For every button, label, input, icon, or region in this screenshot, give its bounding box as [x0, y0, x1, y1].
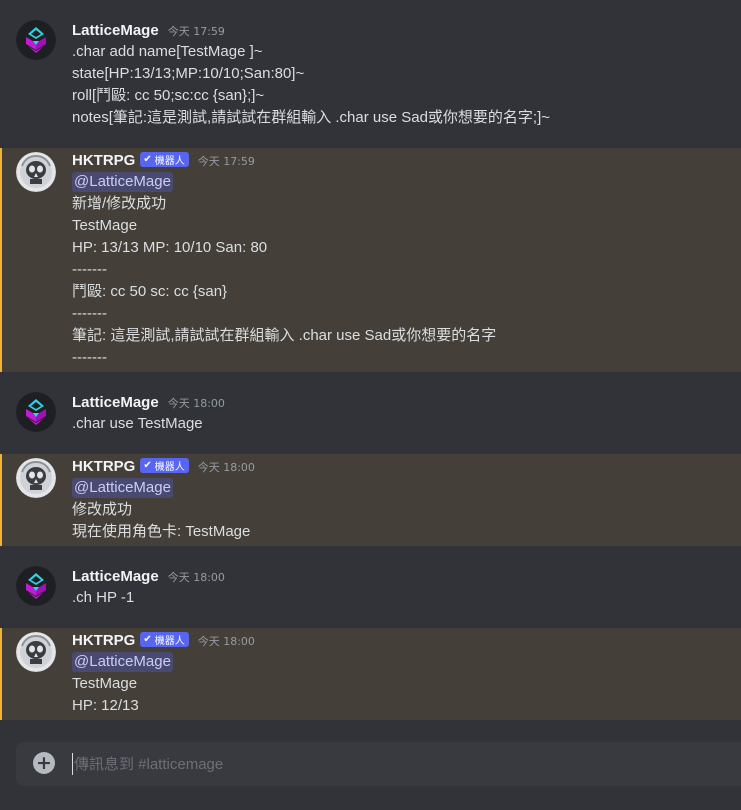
bot-badge: ✔ 機器人	[140, 631, 189, 647]
message-header: LatticeMage 今天 18:00	[72, 565, 225, 587]
message-header: LatticeMage 今天 17:59	[72, 19, 225, 41]
message-line: TestMage	[72, 675, 138, 692]
message-line: 修改成功	[72, 501, 133, 518]
message-line: -------	[72, 349, 107, 366]
message: LatticeMage 今天 18:00 .char use TestMage	[0, 372, 741, 454]
message-highlighted: HKTRPG ✔ 機器人 今天 18:00 @LatticeMage 修改成功 現…	[0, 454, 741, 546]
message-line: 筆記: 這是測試,請試試在群組輸入 .char use Sad或你想要的名字	[72, 327, 497, 344]
message-line: .char use TestMage	[72, 415, 203, 432]
verified-check-icon: ✔	[143, 633, 152, 645]
message-line: 新增/修改成功	[72, 195, 167, 212]
timestamp: 今天 18:00	[167, 571, 225, 584]
timestamp: 今天 18:00	[197, 461, 255, 474]
chat-area: LatticeMage 今天 17:59 .char add name[Test…	[0, 0, 741, 810]
message-header: HKTRPG ✔ 機器人 今天 17:59	[72, 149, 255, 171]
username[interactable]: LatticeMage	[72, 568, 159, 585]
hktrpg-avatar[interactable]	[16, 458, 56, 498]
hktrpg-skull-logo-icon	[16, 632, 56, 672]
message-content: @LatticeMage 新增/修改成功 TestMage HP: 13/13 …	[72, 171, 496, 369]
timestamp: 今天 18:00	[167, 397, 225, 410]
message-highlighted: HKTRPG ✔ 機器人 今天 17:59 @LatticeMage 新增/修改成…	[0, 148, 741, 372]
message-line: roll[鬥毆: cc 50;sc:cc {san};]~	[72, 87, 265, 104]
message-line: .char add name[TestMage ]~	[72, 43, 263, 60]
message: LatticeMage 今天 18:00 .ch HP -1	[0, 546, 741, 628]
username[interactable]: LatticeMage	[72, 22, 159, 39]
timestamp: 今天 17:59	[167, 25, 225, 38]
lattice-mage-logo-icon	[16, 20, 56, 60]
bot-badge-label: 機器人	[154, 461, 185, 473]
message-input[interactable]	[73, 742, 714, 786]
user-mention[interactable]: @LatticeMage	[72, 478, 173, 498]
message-line: HP: 12/13	[72, 697, 139, 714]
message-header: HKTRPG ✔ 機器人 今天 18:00	[72, 455, 255, 477]
message-content: .ch HP -1	[72, 587, 134, 609]
lattice-mage-avatar[interactable]	[16, 566, 56, 606]
timestamp: 今天 18:00	[197, 635, 255, 648]
user-mention[interactable]: @LatticeMage	[72, 652, 173, 672]
bot-badge: ✔ 機器人	[140, 151, 189, 167]
hktrpg-skull-logo-icon	[16, 458, 56, 498]
message-header: HKTRPG ✔ 機器人 今天 18:00	[72, 629, 255, 651]
message-line: 現在使用角色卡: TestMage	[72, 523, 251, 540]
lattice-mage-avatar[interactable]	[16, 392, 56, 432]
verified-check-icon: ✔	[143, 459, 152, 471]
message-line: @LatticeMage	[72, 651, 173, 673]
lattice-mage-logo-icon	[16, 566, 56, 606]
message-line: state[HP:13/13;MP:10/10;San:80]~	[72, 65, 305, 82]
message-line: @LatticeMage	[72, 171, 496, 193]
username[interactable]: HKTRPG	[72, 152, 135, 169]
message-line: notes[筆記:這是測試,請試試在群組輸入 .char use Sad或你想要…	[72, 109, 551, 126]
plus-icon: +	[36, 752, 52, 774]
add-attachment-button[interactable]: +	[33, 752, 55, 774]
message-line: -------	[72, 261, 107, 278]
message-content: @LatticeMage TestMage HP: 12/13	[72, 651, 173, 717]
message-line: 鬥毆: cc 50 sc: cc {san}	[72, 283, 228, 300]
message-line: @LatticeMage	[72, 477, 250, 499]
lattice-mage-avatar[interactable]	[16, 20, 56, 60]
username[interactable]: HKTRPG	[72, 632, 135, 649]
bot-badge: ✔ 機器人	[140, 457, 189, 473]
bot-badge-label: 機器人	[154, 155, 185, 167]
message-content: @LatticeMage 修改成功 現在使用角色卡: TestMage	[72, 477, 250, 543]
user-mention[interactable]: @LatticeMage	[72, 172, 173, 192]
message-content: .char use TestMage	[72, 413, 203, 435]
lattice-mage-logo-icon	[16, 392, 56, 432]
message-line: TestMage	[72, 217, 138, 234]
verified-check-icon: ✔	[143, 153, 152, 165]
timestamp: 今天 17:59	[197, 155, 255, 168]
hktrpg-avatar[interactable]	[16, 632, 56, 672]
message-line: .ch HP -1	[72, 589, 135, 606]
message-line: HP: 13/13 MP: 10/10 San: 80	[72, 239, 268, 256]
username[interactable]: HKTRPG	[72, 458, 135, 475]
bot-badge-label: 機器人	[154, 635, 185, 647]
message-line: -------	[72, 305, 107, 322]
message: LatticeMage 今天 17:59 .char add name[Test…	[0, 0, 741, 148]
hktrpg-skull-logo-icon	[16, 152, 56, 192]
message-highlighted: HKTRPG ✔ 機器人 今天 18:00 @LatticeMage TestMa…	[0, 628, 741, 720]
hktrpg-avatar[interactable]	[16, 152, 56, 192]
message-content: .char add name[TestMage ]~ state[HP:13/1…	[72, 41, 550, 129]
username[interactable]: LatticeMage	[72, 394, 159, 411]
message-composer: +	[16, 742, 741, 786]
message-header: LatticeMage 今天 18:00	[72, 391, 225, 413]
